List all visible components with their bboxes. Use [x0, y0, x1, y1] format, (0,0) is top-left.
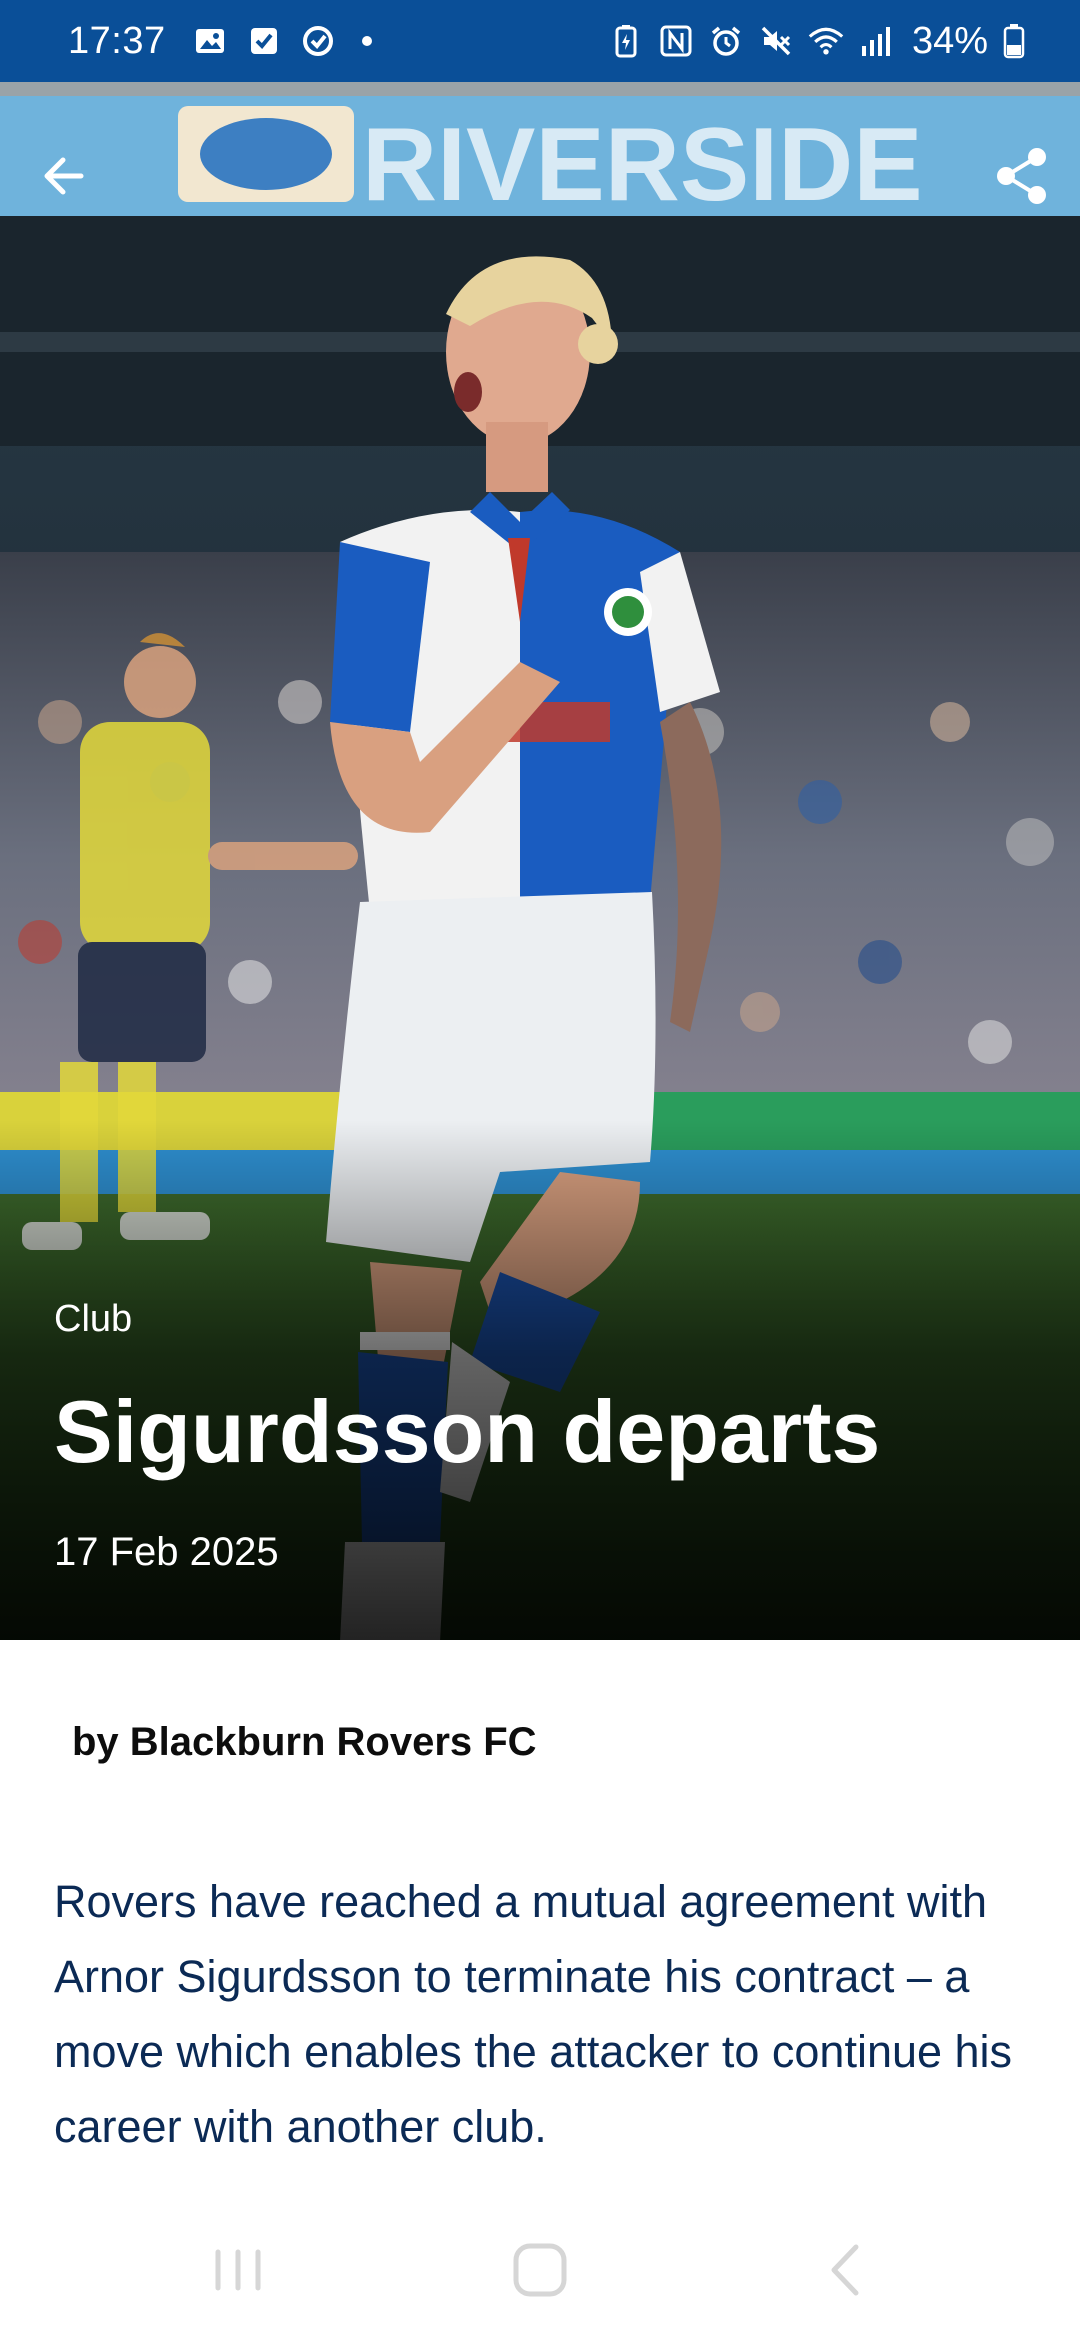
gallery-icon — [192, 23, 228, 59]
system-nav-bar — [0, 2200, 1080, 2340]
arrow-left-icon — [44, 157, 84, 195]
stadium-banner-text: RIVERSIDE — [362, 107, 923, 223]
article-lead-paragraph: Rovers have reached a mutual agreement w… — [54, 1876, 1013, 2152]
share-button[interactable] — [986, 140, 1058, 212]
article-category[interactable]: Club — [54, 1298, 132, 1341]
status-time: 17:37 — [68, 19, 166, 62]
home-button[interactable] — [490, 2230, 590, 2310]
article-byline: by Blackburn Rovers FC — [72, 1720, 537, 1764]
wifi-icon — [808, 23, 844, 59]
back-button[interactable] — [28, 140, 100, 212]
share-icon — [997, 148, 1046, 204]
nfc-icon — [658, 23, 694, 59]
checkbox-icon — [246, 23, 282, 59]
mute-icon — [758, 23, 794, 59]
dot-icon — [361, 36, 372, 46]
signal-icon — [858, 23, 894, 59]
home-icon — [513, 2243, 567, 2297]
battery-percent: 34% — [911, 19, 988, 62]
battery-icon — [996, 23, 1032, 59]
status-bar: 17:37 34% — [0, 0, 1080, 82]
hero-image: RIVERSIDE Club Sigurdsson departs 17 Feb… — [0, 82, 1080, 1640]
sync-icon — [300, 23, 336, 59]
back-icon — [831, 2244, 859, 2296]
article-title: Sigurdsson departs — [54, 1382, 881, 1481]
nav-back-button[interactable] — [794, 2230, 894, 2310]
article-date: 17 Feb 2025 — [54, 1530, 279, 1574]
recents-button[interactable] — [188, 2230, 288, 2310]
status-right: 34% — [608, 20, 1032, 63]
recents-icon — [215, 2249, 261, 2291]
alarm-icon — [708, 23, 744, 59]
status-left: 17:37 — [68, 20, 372, 63]
battery-saver-icon — [608, 23, 644, 59]
